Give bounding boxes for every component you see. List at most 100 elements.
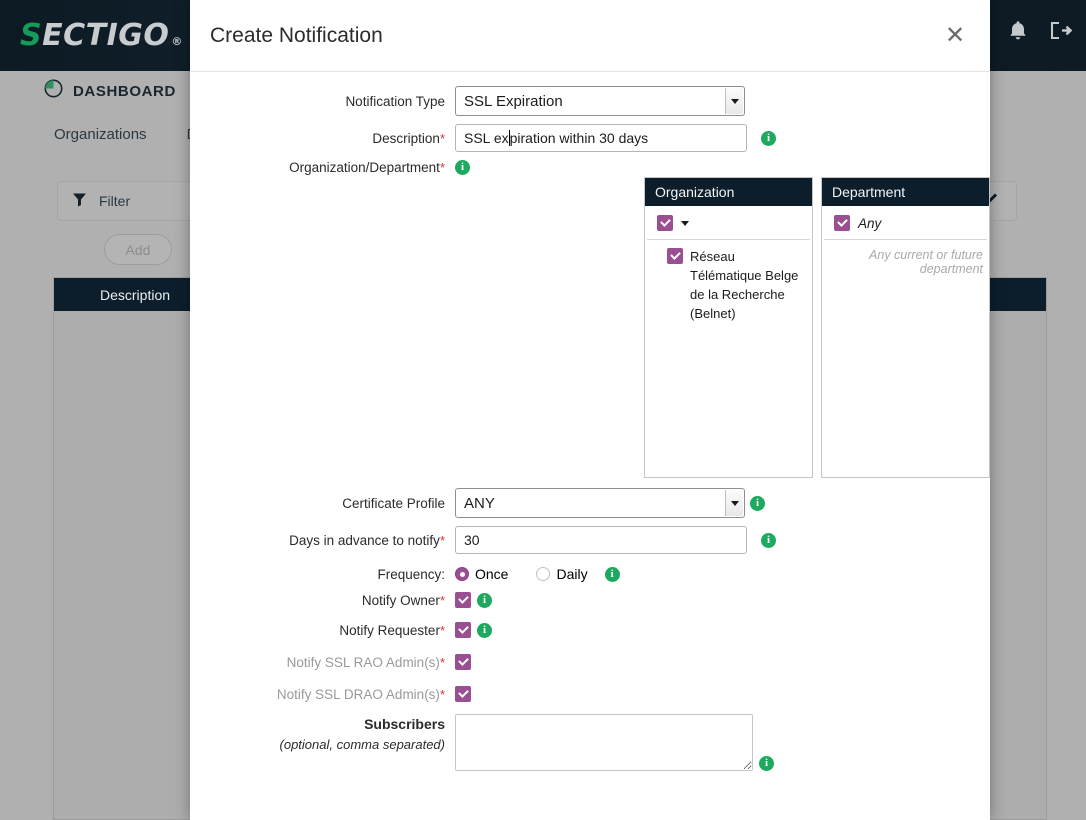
radio-once-label: Once (475, 566, 509, 582)
label-notify-owner-text: Notify Owner (361, 592, 440, 608)
info-icon[interactable]: i (455, 160, 470, 175)
label-notify-ssl-drao-text: Notify SSL DRAO Admin(s) (276, 686, 440, 702)
certificate-profile-select[interactable]: ANY (455, 488, 745, 518)
days-in-advance-input[interactable]: 30 (455, 526, 747, 554)
description-value-before-caret: SSL ex (464, 130, 509, 146)
info-icon[interactable]: i (761, 130, 776, 146)
label-notify-requester: Notify Requester* (190, 623, 455, 638)
label-subscribers: Subscribers (optional, comma separated) (190, 714, 455, 755)
tab-organizations[interactable]: Organizations (54, 126, 147, 143)
radio-daily-label: Daily (556, 566, 588, 582)
modal-body: Notification Type SSL Expiration Descrip… (190, 72, 990, 819)
dashboard-label: DASHBOARD (73, 82, 176, 100)
organization-child-label: Réseau Télématique Belge de la Recherche… (690, 249, 799, 321)
required-marker: * (439, 686, 445, 702)
row-organization-department-label: Organization/Department* i (190, 160, 990, 175)
frequency-option-daily[interactable]: Daily (536, 566, 588, 582)
label-notify-ssl-rao-text: Notify SSL RAO Admin(s) (286, 654, 440, 670)
organization-panel: Organization Réseau Télématique Belge de… (644, 177, 813, 478)
row-description: Description* SSL ex piration within 30 da… (190, 124, 990, 152)
create-notification-modal: Create Notification ✕ Notification Type … (190, 0, 990, 820)
description-input[interactable]: SSL ex piration within 30 days (455, 124, 747, 152)
row-notification-type: Notification Type SSL Expiration (190, 86, 990, 116)
modal-title: Create Notification (210, 23, 383, 47)
close-icon[interactable]: ✕ (942, 22, 968, 48)
label-days-in-advance-text: Days in advance to notify (289, 532, 440, 548)
logout-icon[interactable] (1050, 21, 1073, 40)
required-marker: * (439, 654, 445, 670)
required-marker: * (439, 130, 445, 146)
organization-department-selector: Organization Réseau Télématique Belge de… (644, 177, 990, 478)
label-subscribers-text: Subscribers (364, 716, 445, 732)
label-organization-department-text: Organization/Department (289, 160, 440, 175)
info-icon[interactable]: i (761, 532, 776, 548)
info-icon[interactable]: i (604, 566, 620, 582)
label-notification-type: Notification Type (345, 93, 445, 109)
organization-root-checkbox[interactable] (657, 215, 673, 231)
label-description-text: Description (372, 130, 440, 146)
radio-daily[interactable] (536, 567, 551, 581)
filter-label: Filter (99, 193, 131, 209)
chevron-down-icon[interactable] (725, 88, 743, 114)
notification-type-value: SSL Expiration (464, 92, 563, 110)
modal-header: Create Notification ✕ (190, 0, 990, 72)
label-organization-department: Organization/Department* (190, 160, 455, 175)
logo-letter-s: S (20, 18, 43, 53)
organization-panel-header: Organization (645, 178, 812, 206)
label-subscribers-sublabel: (optional, comma separated) (279, 737, 445, 752)
dashboard-breadcrumb[interactable]: DASHBOARD (44, 79, 176, 103)
notify-ssl-drao-checkbox[interactable] (455, 686, 471, 702)
row-notify-owner: Notify Owner* i (190, 592, 990, 608)
label-notify-ssl-rao: Notify SSL RAO Admin(s)* (190, 655, 455, 670)
row-notify-ssl-rao: Notify SSL RAO Admin(s)* (190, 654, 990, 670)
required-marker: * (439, 622, 445, 638)
pie-chart-icon (44, 79, 63, 103)
notify-ssl-rao-checkbox[interactable] (455, 654, 471, 670)
certificate-profile-value: ANY (464, 494, 495, 512)
required-marker: * (439, 592, 445, 608)
row-subscribers: Subscribers (optional, comma separated) … (190, 714, 990, 771)
row-certificate-profile: Certificate Profile ANY i (190, 488, 990, 518)
department-any-label: Any (858, 215, 882, 231)
logo-text: ECTIGO (42, 18, 170, 53)
organization-root-row[interactable] (647, 206, 810, 240)
info-icon[interactable]: i (759, 756, 774, 771)
notify-owner-checkbox[interactable] (455, 592, 471, 608)
info-icon[interactable]: i (750, 495, 765, 511)
notify-requester-checkbox[interactable] (455, 622, 471, 638)
funnel-icon (72, 192, 87, 210)
label-description: Description* (190, 131, 455, 146)
department-any-row[interactable]: Any (824, 206, 987, 240)
organization-child-row[interactable]: Réseau Télématique Belge de la Recherche… (645, 240, 812, 323)
subscribers-textarea[interactable] (455, 714, 753, 771)
label-notify-requester-text: Notify Requester (339, 622, 440, 638)
department-note: Any current or future department (869, 248, 983, 276)
radio-once[interactable] (455, 567, 469, 581)
label-frequency: Frequency: (377, 566, 445, 582)
row-frequency: Frequency: Once Daily i (190, 566, 990, 582)
label-certificate-profile: Certificate Profile (342, 495, 445, 511)
description-value-after-caret: piration within 30 days (509, 130, 649, 146)
chevron-down-icon[interactable] (725, 490, 743, 516)
department-panel-header: Department (822, 178, 989, 206)
department-any-checkbox[interactable] (834, 215, 850, 231)
add-button[interactable]: Add (104, 234, 172, 265)
organization-child-checkbox[interactable] (667, 248, 683, 264)
expand-collapse-icon[interactable] (681, 220, 689, 226)
info-icon[interactable]: i (477, 592, 492, 608)
required-marker: * (439, 160, 445, 175)
sectigo-logo[interactable]: S ECTIGO ® (20, 18, 183, 53)
label-notify-owner: Notify Owner* (190, 593, 455, 608)
department-panel: Department Any Any current or future dep… (821, 177, 990, 478)
bell-icon[interactable] (1008, 20, 1028, 41)
column-header-description: Description (100, 286, 171, 303)
label-notify-ssl-drao: Notify SSL DRAO Admin(s)* (190, 687, 455, 702)
frequency-option-once[interactable]: Once (455, 566, 508, 582)
row-notify-ssl-drao: Notify SSL DRAO Admin(s)* (190, 686, 990, 702)
info-icon[interactable]: i (477, 622, 492, 638)
label-days-in-advance: Days in advance to notify* (190, 533, 455, 548)
days-in-advance-value: 30 (464, 532, 480, 548)
required-marker: * (439, 532, 445, 548)
row-days-in-advance: Days in advance to notify* 30 i (190, 526, 990, 554)
notification-type-select[interactable]: SSL Expiration (455, 86, 745, 116)
